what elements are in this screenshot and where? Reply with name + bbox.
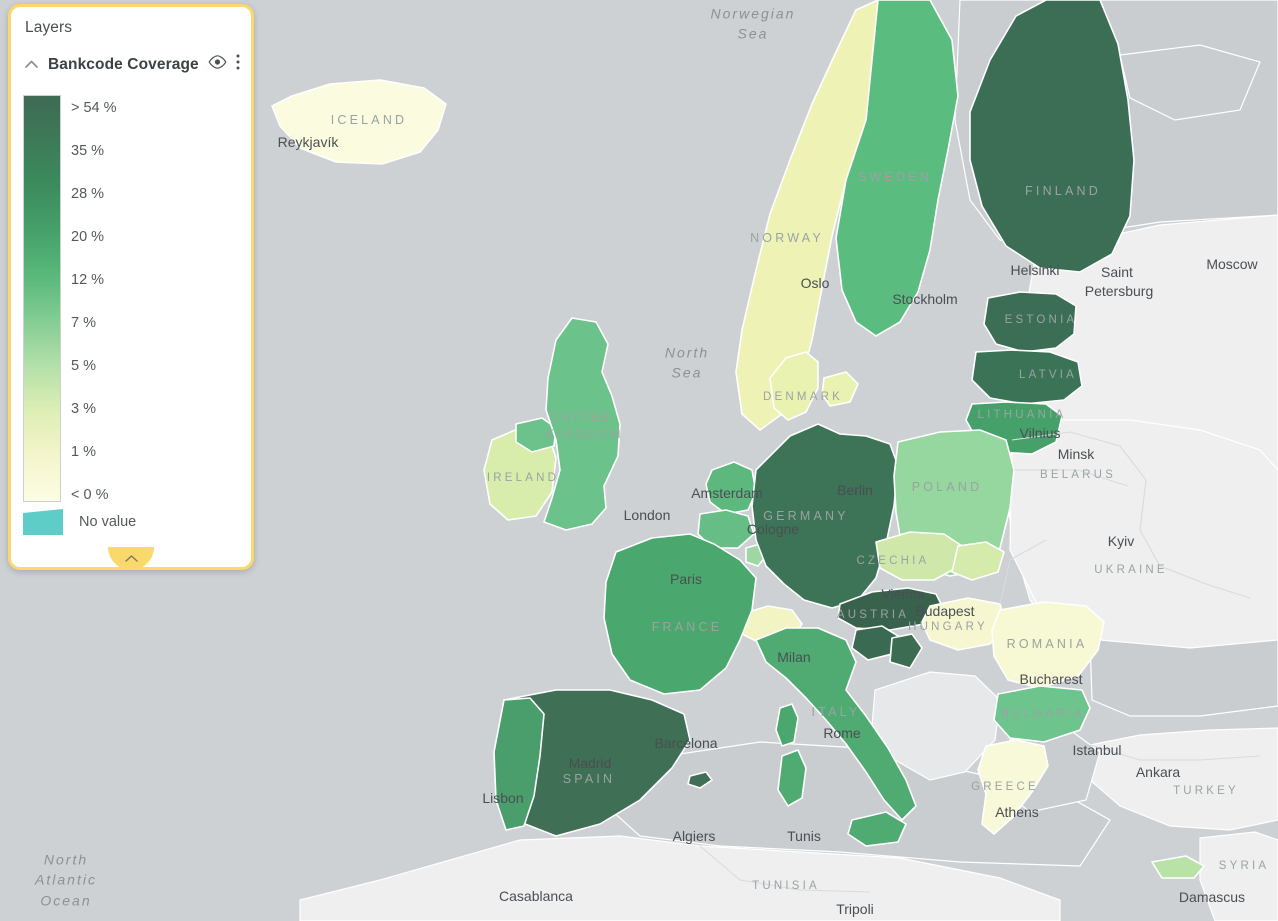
layer-name-label: Bankcode Coverage [48, 55, 199, 73]
no-value-swatch [23, 509, 63, 535]
three-dots-icon[interactable] [235, 53, 241, 76]
legend-stop-list: > 54 % 35 % 28 % 20 % 12 % 7 % 5 % 3 % 1 % < 0 % [71, 86, 117, 516]
legend-stop-6: 5 % [71, 357, 96, 374]
country-estonia [983, 291, 1077, 353]
legend-gradient-bar [23, 95, 61, 502]
legend-stop-3: 20 % [71, 228, 105, 245]
country-latvia [971, 349, 1083, 405]
legend-stop-1: 35 % [71, 142, 105, 159]
panel-title: Layers [25, 19, 73, 36]
legend-stop-7: 3 % [71, 400, 96, 417]
legend-stop-0: > 54 % [71, 99, 117, 116]
country-italy-sardinia [777, 749, 807, 807]
legend-stop-2: 28 % [71, 185, 105, 202]
legend-body: > 54 % 35 % 28 % 20 % 12 % 7 % 5 % 3 % 1 % < 0 % … [11, 86, 251, 552]
legend-no-value-label: No value [79, 514, 137, 530]
eye-icon[interactable] [208, 55, 227, 74]
country-france-corsica [775, 703, 799, 747]
land-levant [1199, 831, 1278, 921]
chevron-up-icon[interactable] [23, 56, 40, 73]
legend-stop-8: 1 % [71, 443, 96, 460]
legend-stop-4: 12 % [71, 271, 105, 288]
legend-no-value-row: No value [23, 509, 136, 535]
layer-header-row: Bankcode Coverage [11, 43, 251, 86]
layers-panel: Layers Bankcode Coverage > 54 % 35 % 28 … [8, 4, 254, 570]
legend-stop-5: 7 % [71, 314, 96, 331]
panel-collapse-handle[interactable] [108, 547, 154, 570]
map-application: ICELAND NORWAY SWEDEN FINLAND ESTONIA LATVIA L… [0, 0, 1278, 921]
